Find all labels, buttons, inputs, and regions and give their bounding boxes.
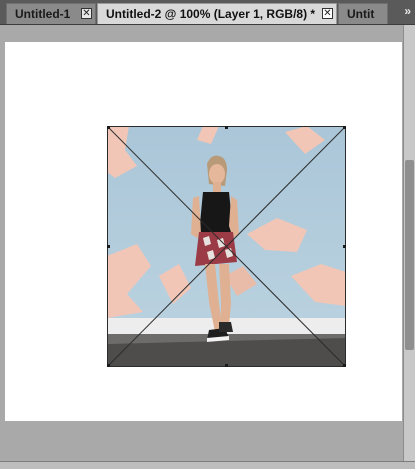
- handle-top-left: [107, 126, 110, 129]
- tab-untitled-3[interactable]: Untit: [338, 3, 388, 24]
- handle-right: [343, 245, 346, 248]
- close-icon[interactable]: ✕: [322, 8, 333, 19]
- tab-untitled-1[interactable]: Untitled-1 ✕: [6, 3, 96, 24]
- handle-top: [225, 126, 228, 129]
- tab-label: Untitled-2 @ 100% (Layer 1, RGB/8) *: [106, 7, 316, 21]
- handle-bottom: [225, 364, 228, 367]
- handle-top-right: [343, 126, 346, 129]
- top: [199, 192, 233, 234]
- neck: [213, 182, 221, 192]
- tab-label: Untit: [347, 7, 375, 21]
- head: [209, 164, 225, 184]
- shoe-right: [219, 322, 233, 332]
- tab-label: Untitled-1: [15, 7, 71, 21]
- handle-left: [107, 245, 110, 248]
- layer-photo[interactable]: [107, 126, 346, 367]
- vertical-scrollbar[interactable]: [403, 25, 415, 468]
- handle-bottom-left: [107, 364, 110, 367]
- close-icon[interactable]: ✕: [81, 8, 92, 19]
- tab-overflow-icon[interactable]: »: [404, 4, 411, 18]
- tab-untitled-2[interactable]: Untitled-2 @ 100% (Layer 1, RGB/8) * ✕: [97, 3, 337, 24]
- handle-bottom-right: [343, 364, 346, 367]
- document-tab-bar: Untitled-1 ✕ Untitled-2 @ 100% (Layer 1,…: [0, 0, 415, 25]
- scrollbar-thumb[interactable]: [405, 160, 414, 350]
